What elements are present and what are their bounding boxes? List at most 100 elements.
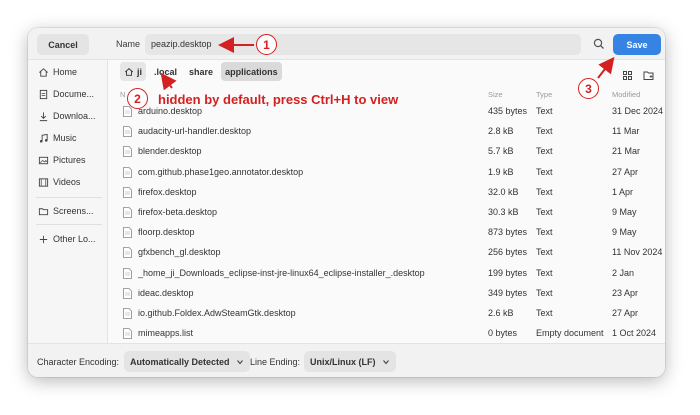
folder-icon [38,207,49,215]
cancel-button[interactable]: Cancel [37,34,89,55]
file-size: 32.0 kB [488,186,519,197]
breadcrumb-label: ji [137,66,143,77]
encoding-label: Character Encoding: [37,357,120,367]
file-row[interactable]: com.github.phase1geo.annotator.desktop 1.… [118,162,663,182]
file-type: Text [536,287,553,298]
sidebar-item-label: Home [53,67,78,77]
file-type: Text [536,308,553,318]
file-row[interactable]: mimeapps.list 0 bytes Empty document 1 Oct … [118,323,663,343]
home-icon [39,67,48,77]
sidebar-item-label: Screens... [53,206,94,216]
file-row[interactable]: floorp.desktop 873 bytes Text 9 May [118,222,663,242]
line-ending-label: Line Ending: [250,357,301,367]
file-row[interactable]: _home_ji_Downloads_eclipse-inst-jre-linu… [118,263,663,283]
file-icon [123,287,132,299]
file-modified: 9 May [612,227,637,238]
file-modified: 31 Dec 2024 [612,106,664,116]
file-size: 256 bytes [488,247,528,258]
breadcrumb-home[interactable]: ji [120,62,147,81]
file-icon [123,106,132,117]
file-type: Text [536,166,553,177]
sidebar-item-label: Docume... [53,89,95,99]
file-icon [123,308,132,319]
sidebar-item-music[interactable]: Music [38,129,106,147]
file-type: Text [536,247,553,258]
encoding-dropdown[interactable]: Automatically Detected [124,351,250,372]
file-modified: 2 Jan [612,267,635,278]
file-icon [123,166,132,178]
chevron-down-icon [382,359,389,364]
file-modified: 11 Nov 2024 [612,247,663,258]
file-modified: 21 Mar [612,146,641,157]
sidebar-item-documents[interactable]: Docume... [38,85,106,103]
file-modified: 9 May [612,207,637,217]
file-size: 435 bytes [488,106,528,116]
sidebar-item-label: Videos [53,177,81,187]
file-row[interactable]: ideac.desktop 349 bytes Text 23 Apr [118,283,663,303]
sidebar-item-downloads[interactable]: Downloa... [38,107,106,125]
music-icon [39,133,48,143]
annotation-note: hidden by default, press Ctrl+H to view [158,92,399,107]
breadcrumb-local[interactable]: .local [150,62,181,81]
file-row[interactable]: firefox-beta.desktop 30.3 kB Text 9 May [118,202,663,222]
file-row[interactable]: gfxbench_gl.desktop 256 bytes Text 11 Nov 2… [118,242,663,262]
column-size[interactable]: Size [488,90,503,99]
sidebar-divider [36,197,102,198]
file-row[interactable]: io.github.Foldex.AdwSteamGtk.desktop 2.6 … [118,303,663,323]
sidebar-item-label: Pictures [53,155,86,165]
file-name: firefox-beta.desktop [138,207,218,217]
view-controls [622,68,654,80]
file-name: com.github.phase1geo.annotator.desktop [138,166,304,177]
file-icon [123,186,132,198]
encoding-value: Automatically Detected [130,356,230,367]
file-type: Text [536,227,553,238]
file-icon [123,328,132,340]
sidebar-item-other-locations[interactable]: Other Lo... [38,230,106,248]
line-ending-value: Unix/Linux (LF) [310,356,376,367]
sidebar-item-label: Downloa... [53,111,96,121]
sidebar-item-videos[interactable]: Videos [38,173,106,191]
file-size: 2.6 kB [488,308,514,318]
file-size: 349 bytes [488,287,528,298]
save-button[interactable]: Save [613,34,661,55]
line-ending-dropdown[interactable]: Unix/Linux (LF) [304,351,396,372]
file-row[interactable]: blender.desktop 5.7 kB Text 21 Mar [118,141,663,161]
new-folder-icon[interactable] [643,68,654,80]
file-type: Text [536,146,553,157]
file-type: Text [536,207,553,217]
file-modified: 11 Mar [612,126,640,137]
column-modified[interactable]: Modified [612,90,640,99]
sidebar-item-pictures[interactable]: Pictures [38,151,106,169]
file-icon [123,247,132,259]
file-name: ideac.desktop [138,287,194,298]
column-type[interactable]: Type [536,90,552,99]
videos-icon [38,177,49,187]
annotation-step-2: 2 [127,88,148,109]
file-name: audacity-url-handler.desktop [138,126,252,137]
file-icon [123,227,132,239]
file-name: _home_ji_Downloads_eclipse-inst-jre-linu… [138,267,425,278]
annotation-step-3: 3 [578,78,599,99]
sidebar-item-label: Other Lo... [53,234,96,244]
filename-input[interactable]: peazip.desktop [145,34,581,55]
file-icon [123,207,132,218]
file-size: 5.7 kB [488,146,514,157]
column-name[interactable]: N [120,90,125,99]
plus-icon [39,235,48,243]
home-icon [124,67,134,76]
breadcrumb-share[interactable]: share [185,62,217,81]
file-row[interactable]: firefox.desktop 32.0 kB Text 1 Apr [118,182,663,202]
file-name: mimeapps.list [138,328,194,339]
sidebar-item-screenshots[interactable]: Screens... [38,202,106,220]
file-row[interactable]: audacity-url-handler.desktop 2.8 kB Text 11… [118,121,663,141]
file-modified: 1 Oct 2024 [612,328,657,339]
name-label: Name [116,39,141,49]
grid-view-icon[interactable] [622,68,633,80]
sidebar-item-home[interactable]: Home [38,63,106,81]
file-size: 1.9 kB [488,166,514,177]
file-name: gfxbench_gl.desktop [138,247,221,258]
breadcrumb-applications[interactable]: applications [221,62,282,81]
chevron-down-icon [236,359,243,364]
file-save-dialog: Cancel Name peazip.desktop Save Home Doc… [28,28,665,377]
search-icon[interactable] [592,37,606,51]
